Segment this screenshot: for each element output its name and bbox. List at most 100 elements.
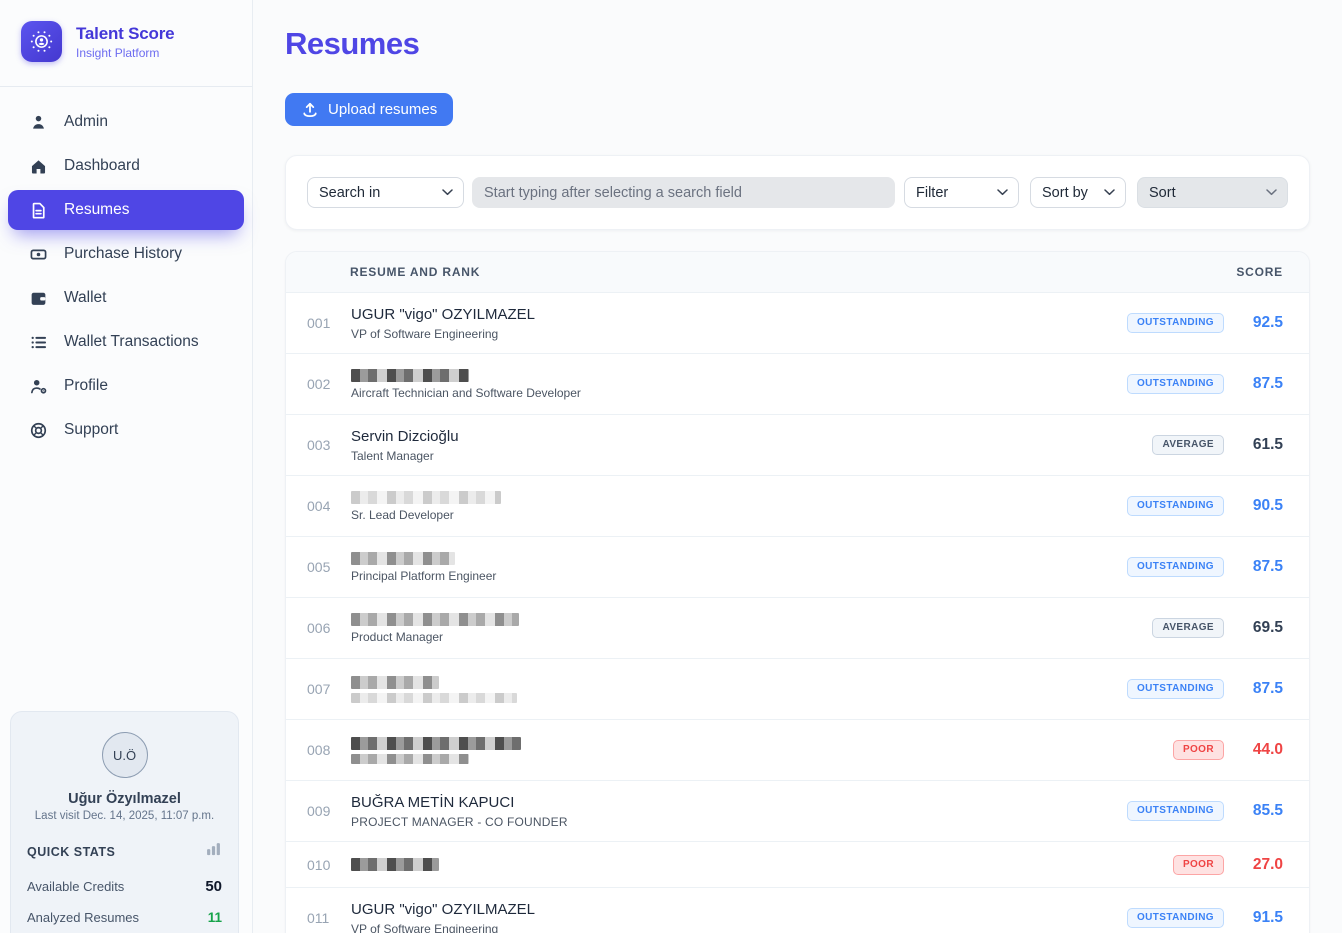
resume-info: Sr. Lead Developer [351,491,1127,522]
score-value: 27.0 [1239,856,1283,874]
admin-icon [28,113,48,132]
status-badge: OUTSTANDING [1127,801,1224,821]
redacted-name [351,737,521,750]
sidebar-item-wallet[interactable]: Wallet [0,276,252,320]
status-badge: OUTSTANDING [1127,679,1224,699]
sidebar-item-label: Resumes [64,201,129,219]
resume-title: Aircraft Technician and Software Develop… [351,386,1127,400]
table-row[interactable]: 011UGUR "vigo" OZYILMAZEL VP of Software … [286,887,1309,933]
resume-title: Product Manager [351,630,1152,644]
chevron-down-icon [1104,189,1115,196]
last-visit: Last visit Dec. 14, 2025, 11:07 p.m. [27,810,222,822]
rank-number: 004 [307,498,351,514]
resume-info: Aircraft Technician and Software Develop… [351,369,1127,400]
column-resume-and-rank: RESUME AND RANK [350,265,480,279]
sidebar-item-purchase-history[interactable]: Purchase History [0,232,252,276]
sort-by-select[interactable]: Sort by [1030,177,1126,208]
row-score-section: OUTSTANDING 91.5 [1127,908,1283,928]
chevron-down-icon [442,189,453,196]
resume-info: UGUR "vigo" OZYILMAZEL VP of Software Eng… [351,306,1127,341]
redacted-name [351,613,519,626]
table-row[interactable]: 006Product ManagerAVERAGE69.5 [286,597,1309,658]
wallet-icon [28,289,48,308]
chevron-down-icon [1266,189,1277,196]
avatar[interactable]: U.Ö [102,732,148,778]
chevron-down-icon [997,189,1008,196]
filter-select[interactable]: Filter [904,177,1019,208]
table-row[interactable]: 004Sr. Lead DeveloperOUTSTANDING90.5 [286,475,1309,536]
score-value: 87.5 [1239,558,1283,576]
table-row[interactable]: 003Servin DizcioğluTalent ManagerAVERAGE… [286,414,1309,475]
sidebar-item-admin[interactable]: Admin [0,100,252,144]
resume-name: UGUR "vigo" OZYILMAZEL [351,306,1127,323]
sidebar-item-label: Wallet [64,289,107,307]
profile-icon [28,377,48,396]
resume-info [351,737,1173,764]
upload-resumes-button[interactable]: Upload resumes [285,93,453,126]
table-row[interactable]: 007OUTSTANDING87.5 [286,658,1309,719]
status-badge: OUTSTANDING [1127,908,1224,928]
table-body: 001UGUR "vigo" OZYILMAZELVP of Software … [286,292,1309,933]
column-score: SCORE [1236,265,1283,279]
sidebar-item-support[interactable]: Support [0,408,252,452]
stat-label: Available Credits [27,879,124,894]
score-value: 87.5 [1239,375,1283,393]
resume-info: Product Manager [351,613,1152,644]
resume-name: UGUR "vigo" OZYILMAZEL [351,901,1127,918]
status-badge: OUTSTANDING [1127,557,1224,577]
score-value: 92.5 [1239,314,1283,332]
row-score-section: AVERAGE61.5 [1152,435,1283,455]
sidebar-item-profile[interactable]: Profile [0,364,252,408]
rank-number: 011 [307,910,351,926]
table-row[interactable]: 002Aircraft Technician and Software Deve… [286,353,1309,414]
sidebar-item-label: Support [64,421,118,439]
rank-number: 009 [307,803,351,819]
sidebar-item-label: Purchase History [64,245,182,263]
score-value: 44.0 [1239,741,1283,759]
sidebar-item-resumes[interactable]: Resumes [8,190,244,230]
upload-button-label: Upload resumes [328,101,437,118]
score-value: 90.5 [1239,497,1283,515]
filter-bar: Search in Start typing after selecting a… [285,155,1310,230]
table-row[interactable]: 005Principal Platform EngineerOUTSTANDIN… [286,536,1309,597]
status-badge: POOR [1173,855,1224,875]
row-score-section: OUTSTANDING 87.5 [1127,557,1283,577]
user-card: U.Ö Uğur Özyılmazel Last visit Dec. 14, … [10,711,239,933]
brand-text: Talent Score Insight Platform [76,24,174,60]
sort-select[interactable]: Sort [1137,177,1288,208]
search-in-select[interactable]: Search in [307,177,464,208]
redacted-name [351,552,455,565]
redacted-name [351,676,439,689]
table-row[interactable]: 008POOR44.0 [286,719,1309,780]
sidebar-item-label: Profile [64,377,108,395]
brand-subtitle: Insight Platform [76,46,174,60]
resume-title: VP of Software Engineering [351,327,1127,341]
resume-title: VP of Software Engineering [351,922,1127,933]
redacted-name [351,858,439,871]
rank-number: 002 [307,376,351,392]
stat-row: Analyzed Resumes11 [27,910,222,925]
quick-stats-header: QUICK STATS [27,841,222,863]
sidebar-item-wallet-transactions[interactable]: Wallet Transactions [0,320,252,364]
sidebar-menu: Admin Dashboard Resumes Purchase History Wal… [0,87,252,452]
upload-icon [301,101,319,119]
stat-value: 11 [208,910,222,925]
table-row[interactable]: 009BUĞRA METİN KAPUCIPROJECT MANAGER - C… [286,780,1309,841]
score-value: 87.5 [1239,680,1283,698]
table-row[interactable]: 010POOR27.0 [286,841,1309,887]
bar-chart-icon [205,841,222,863]
redacted-name [351,491,501,504]
score-value: 91.5 [1239,909,1283,927]
resume-name: BUĞRA METİN KAPUCI [351,794,1127,811]
sidebar-item-label: Dashboard [64,157,140,175]
sidebar-item-label: Wallet Transactions [64,333,199,351]
rank-number: 008 [307,742,351,758]
sidebar-item-dashboard[interactable]: Dashboard [0,144,252,188]
sort-label: Sort [1149,185,1176,201]
stat-value: 50 [205,878,222,895]
table-row[interactable]: 001UGUR "vigo" OZYILMAZELVP of Software … [286,292,1309,353]
sort-by-label: Sort by [1042,185,1088,201]
resume-info: UGUR "vigo" OZYILMAZEL VP of Software Eng… [351,901,1127,933]
search-input[interactable]: Start typing after selecting a search fi… [472,177,895,208]
sidebar: Talent Score Insight Platform Admin Dashb… [0,0,253,933]
